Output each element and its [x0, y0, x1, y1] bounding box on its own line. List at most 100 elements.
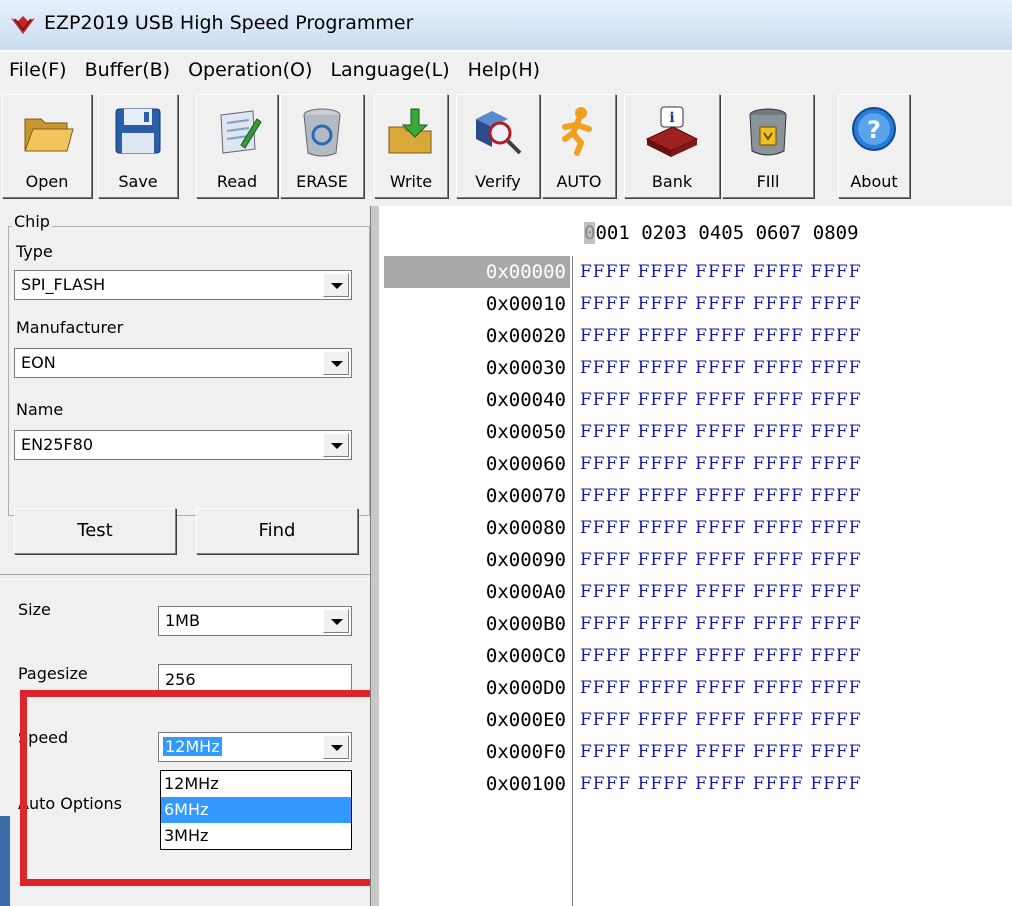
verify-magnifier-icon [476, 111, 522, 155]
chip-info-icon: i [645, 106, 699, 157]
speed-option-3mhz[interactable]: 3MHz [161, 823, 351, 849]
chevron-down-icon[interactable] [323, 609, 349, 633]
hex-address: 0x00060 [485, 453, 566, 475]
menu-language[interactable]: Language(L) [321, 59, 458, 81]
chevron-down-icon[interactable] [323, 433, 349, 457]
notepad-pencil-icon [220, 110, 262, 154]
hex-data-row[interactable]: FFFF FFFF FFFF FFFF FFFF [580, 576, 862, 608]
speed-select[interactable]: 12MHz [158, 732, 352, 762]
hex-data-row[interactable]: FFFF FFFF FFFF FFFF FFFF [580, 544, 862, 576]
pagesize-label: Pagesize [18, 664, 88, 683]
window-title: EZP2019 USB High Speed Programmer [44, 12, 414, 34]
auto-label: AUTO [556, 172, 602, 191]
verify-button[interactable]: Verify [456, 94, 540, 198]
auto-button[interactable]: AUTO [542, 94, 616, 198]
hex-data-row[interactable]: FFFF FFFF FFFF FFFF FFFF [580, 640, 862, 672]
chevron-down-icon[interactable] [323, 273, 349, 297]
hex-data-row[interactable]: FFFF FFFF FFFF FFFF FFFF [580, 704, 862, 736]
hex-address: 0x00040 [485, 389, 566, 411]
hex-data-row[interactable]: FFFF FFFF FFFF FFFF FFFF [580, 768, 862, 800]
toolbar: Open Save Read ERASE Write Verify AUTO i… [0, 88, 1012, 206]
floppy-disk-icon [115, 108, 161, 154]
open-button[interactable]: Open [2, 94, 92, 198]
erase-label: ERASE [296, 172, 348, 191]
name-select[interactable]: EN25F80 [14, 430, 352, 460]
folder-open-icon [24, 118, 74, 152]
hex-address: 0x00020 [485, 325, 566, 347]
fill-label: FIll [756, 172, 780, 191]
erase-button[interactable]: ERASE [280, 94, 364, 198]
about-button[interactable]: ? About [838, 94, 910, 198]
svg-text:?: ? [867, 116, 881, 144]
hex-address: 0x000A0 [485, 581, 566, 603]
speed-label: Speed [18, 728, 69, 747]
auto-options-label: Auto Options [18, 794, 122, 813]
size-select[interactable]: 1MB [158, 606, 352, 636]
save-button[interactable]: Save [98, 94, 178, 198]
verify-label: Verify [475, 172, 521, 191]
hex-address: 0x000C0 [485, 645, 566, 667]
speed-option-6mhz[interactable]: 6MHz [161, 797, 351, 823]
hex-data-row[interactable]: FFFF FFFF FFFF FFFF FFFF [580, 512, 862, 544]
title-bar: EZP2019 USB High Speed Programmer [0, 0, 1012, 50]
menu-file[interactable]: File(F) [0, 59, 76, 81]
hex-data-row[interactable]: FFFF FFFF FFFF FFFF FFFF [580, 352, 862, 384]
menu-help[interactable]: Help(H) [459, 59, 549, 81]
hex-address: 0x000E0 [485, 709, 566, 731]
test-button[interactable]: Test [14, 508, 176, 554]
hex-data-row[interactable]: FFFF FFFF FFFF FFFF FFFF [580, 736, 862, 768]
manufacturer-select[interactable]: EON [14, 348, 352, 378]
manufacturer-label: Manufacturer [16, 318, 124, 337]
hex-data-row[interactable]: FFFF FFFF FFFF FFFF FFFF [580, 320, 862, 352]
fill-bucket-icon [749, 108, 787, 156]
address-divider [572, 256, 573, 906]
type-value: SPI_FLASH [21, 275, 106, 294]
write-label: Write [389, 172, 433, 191]
size-label: Size [18, 600, 51, 619]
menu-buffer[interactable]: Buffer(B) [76, 59, 180, 81]
hex-data-row[interactable]: FFFF FFFF FFFF FFFF FFFF [580, 288, 862, 320]
left-panel: Chip Type SPI_FLASH Manufacturer EON Nam… [0, 206, 378, 906]
chevron-down-icon[interactable] [323, 351, 349, 375]
find-button[interactable]: Find [196, 508, 358, 554]
side-strip [0, 816, 10, 906]
app-logo-icon [11, 16, 35, 34]
help-question-icon: ? [852, 107, 896, 151]
hex-address: 0x000F0 [485, 741, 566, 763]
menu-operation[interactable]: Operation(O) [179, 59, 321, 81]
name-value: EN25F80 [21, 435, 93, 454]
hex-address: 0x00080 [485, 517, 566, 539]
about-label: About [850, 172, 898, 191]
hex-address: 0x00090 [485, 549, 566, 571]
hex-address: 0x00030 [485, 357, 566, 379]
type-select[interactable]: SPI_FLASH [14, 270, 352, 300]
pagesize-value: 256 [165, 670, 196, 689]
hex-address: 0x00050 [485, 421, 566, 443]
hex-view[interactable]: 0001 0203 0405 0607 0809 0x00000 0x00010 0… [384, 206, 1012, 906]
hex-data-row[interactable]: FFFF FFFF FFFF FFFF FFFF [580, 480, 862, 512]
open-label: Open [25, 172, 69, 191]
read-label: Read [216, 172, 258, 191]
speed-option-12mhz[interactable]: 12MHz [161, 771, 351, 797]
fill-button[interactable]: FIll [722, 94, 814, 198]
bank-button[interactable]: i Bank [624, 94, 720, 198]
save-label: Save [118, 172, 158, 191]
folder-write-icon [388, 108, 432, 154]
hex-data-row[interactable]: FFFF FFFF FFFF FFFF FFFF [580, 448, 862, 480]
hex-data-row[interactable]: FFFF FFFF FFFF FFFF FFFF [580, 256, 862, 288]
pagesize-field[interactable]: 256 [158, 664, 352, 694]
chip-group-legend: Chip [12, 212, 52, 231]
write-button[interactable]: Write [374, 94, 448, 198]
read-button[interactable]: Read [196, 94, 278, 198]
hex-data-row[interactable]: FFFF FFFF FFFF FFFF FFFF [580, 672, 862, 704]
svg-text:i: i [669, 110, 674, 126]
hex-data-row[interactable]: FFFF FFFF FFFF FFFF FFFF [580, 608, 862, 640]
chevron-down-icon[interactable] [323, 735, 349, 759]
hex-address: 0x000B0 [485, 613, 566, 635]
hex-header-cursor: 0 [584, 222, 596, 244]
hex-address: 0x00100 [485, 773, 566, 795]
hex-data-row[interactable]: FFFF FFFF FFFF FFFF FFFF [580, 384, 862, 416]
hex-data-row[interactable]: FFFF FFFF FFFF FFFF FFFF [580, 416, 862, 448]
panel-splitter[interactable] [370, 206, 379, 906]
type-label: Type [16, 242, 53, 261]
